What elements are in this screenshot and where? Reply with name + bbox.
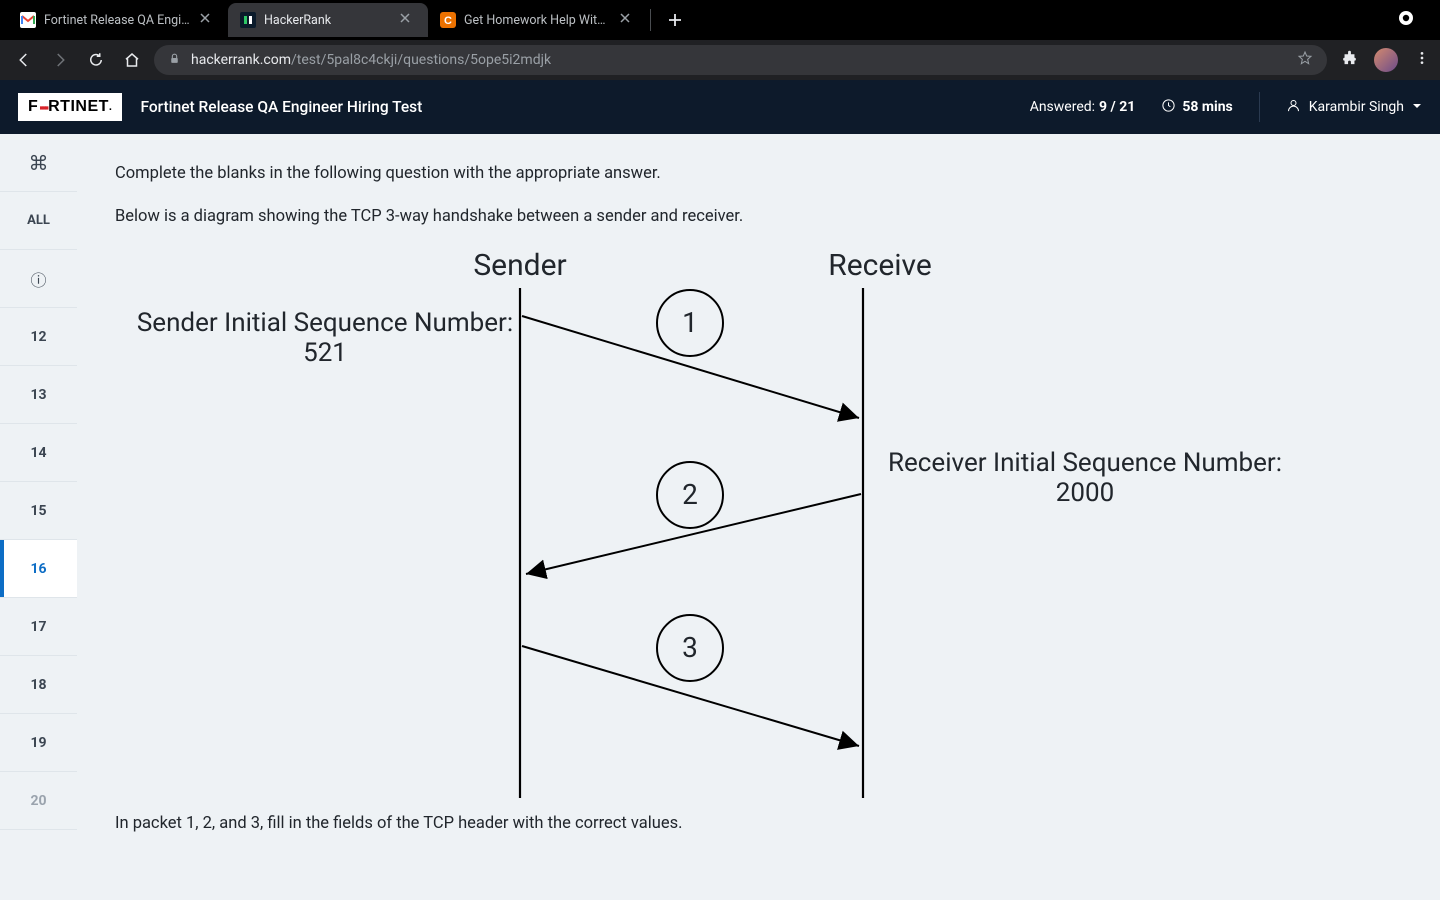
sidebar-q15[interactable]: 15 [0,482,77,540]
question-sidebar: ⌘ ALL ⓘ 12 13 14 15 16 17 18 19 20 [0,134,77,900]
extensions-icon[interactable] [1341,50,1358,71]
sidebar-q19[interactable]: 19 [0,714,77,772]
sidebar-q16[interactable]: 16 [0,540,77,598]
question-content: Complete the blanks in the following que… [77,134,1440,900]
tab-hackerrank[interactable]: HackerRank [228,3,428,37]
star-icon[interactable] [1297,50,1313,70]
diagram-svg [115,248,1315,808]
tab-chegg[interactable]: C Get Homework Help With Cheg [428,3,648,37]
browser-chrome: Fortinet Release QA Engineer H HackerRan… [0,0,1440,80]
sidebar-q12[interactable]: 12 [0,308,77,366]
profile-avatar[interactable] [1374,48,1398,72]
close-icon[interactable] [400,12,416,28]
recording-icon[interactable] [1398,10,1414,30]
url: hackerrank.com/test/5pal8c4ckji/question… [191,52,551,68]
app-body: ⌘ ALL ⓘ 12 13 14 15 16 17 18 19 20 Compl… [0,134,1440,900]
toolbar-right [1341,48,1430,72]
chevron-down-icon [1412,99,1422,115]
sidebar-q20[interactable]: 20 [0,772,77,830]
forward-button[interactable] [46,46,74,74]
user-menu[interactable]: Karambir Singh [1286,98,1422,117]
question-description: Below is a diagram showing the TCP 3-way… [115,205,1402,230]
header-right: Answered: 9 / 21 58 mins Karambir Singh [1030,92,1422,122]
reload-button[interactable] [82,46,110,74]
tab-gmail[interactable]: Fortinet Release QA Engineer H [8,3,228,37]
question-task: In packet 1, 2, and 3, fill in the field… [115,814,1402,833]
hackerrank-icon [240,12,256,28]
back-button[interactable] [10,46,38,74]
tab-title: HackerRank [264,13,392,28]
sidebar-all-button[interactable]: ALL [0,192,77,250]
menu-icon[interactable] [1414,50,1430,70]
new-tab-button[interactable] [661,6,689,34]
address-row: hackerrank.com/test/5pal8c4ckji/question… [0,40,1440,80]
lock-icon [168,52,181,69]
tab-title: Fortinet Release QA Engineer H [44,13,192,28]
sidebar-grid-button[interactable]: ⌘ [0,134,77,192]
window-controls [1398,10,1432,30]
close-icon[interactable] [620,12,636,28]
app-header: F▪▪▪RTINET. Fortinet Release QA Engineer… [0,80,1440,134]
close-icon[interactable] [200,12,216,28]
clock-icon [1161,98,1176,117]
tcp-handshake-diagram: Sender Receive Sender Initial Sequence N… [115,248,1402,808]
answered-status: Answered: 9 / 21 [1030,99,1136,115]
user-name: Karambir Singh [1309,99,1404,115]
packet-1-label: 1 [675,306,705,339]
sidebar-q14[interactable]: 14 [0,424,77,482]
sidebar-info-button[interactable]: ⓘ [0,250,77,308]
sidebar-q18[interactable]: 18 [0,656,77,714]
test-title: Fortinet Release QA Engineer Hiring Test [140,98,422,116]
gmail-icon [20,12,36,28]
fortinet-logo: F▪▪▪RTINET. [18,93,122,121]
sidebar-q13[interactable]: 13 [0,366,77,424]
question-instruction: Complete the blanks in the following que… [115,162,1402,187]
packet-3-label: 3 [675,631,705,664]
address-bar[interactable]: hackerrank.com/test/5pal8c4ckji/question… [154,45,1327,75]
home-button[interactable] [118,46,146,74]
tab-title: Get Homework Help With Cheg [464,13,612,28]
time-remaining: 58 mins [1161,98,1232,117]
sidebar-q17[interactable]: 17 [0,598,77,656]
packet-2-label: 2 [675,478,705,511]
chegg-icon: C [440,12,456,28]
tab-bar: Fortinet Release QA Engineer H HackerRan… [0,0,1440,40]
user-icon [1286,98,1301,117]
svg-text:C: C [444,15,452,27]
tab-separator [650,9,651,31]
separator [1259,92,1260,122]
